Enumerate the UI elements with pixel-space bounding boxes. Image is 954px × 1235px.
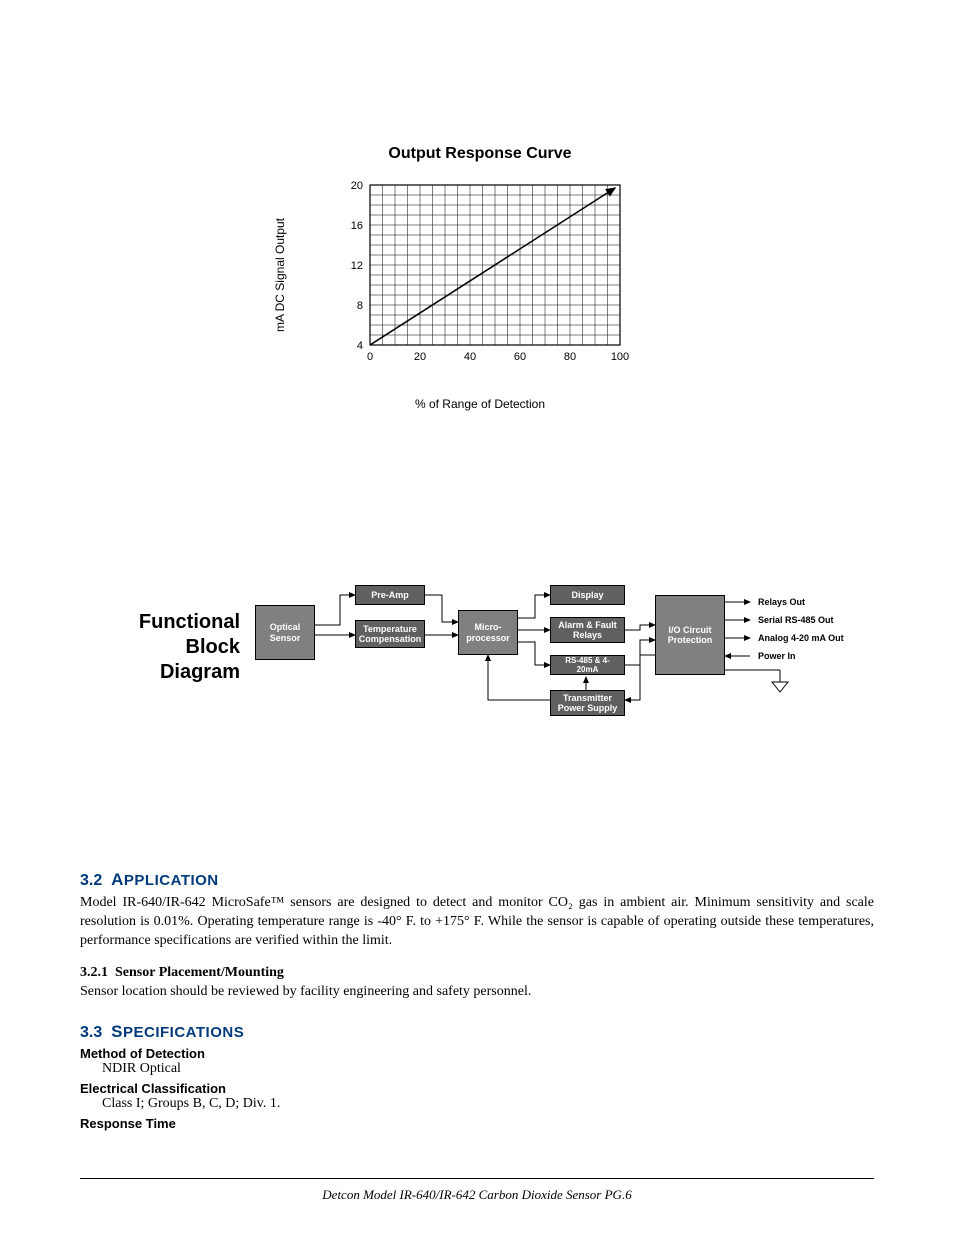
svg-text:20: 20 (351, 180, 363, 192)
svg-text:0: 0 (367, 351, 373, 363)
block-rs485: RS-485 & 4-20mA (550, 655, 625, 675)
spec-elec-label: Electrical Classification (80, 1081, 874, 1096)
spec-method-label: Method of Detection (80, 1046, 874, 1061)
spec-resp-label: Response Time (80, 1116, 874, 1131)
block-tx-power-supply: Transmitter Power Supply (550, 690, 625, 716)
svg-text:100: 100 (611, 351, 629, 363)
diagram-connectors (80, 570, 874, 740)
svg-text:60: 60 (514, 351, 526, 363)
block-pre-amp: Pre-Amp (355, 585, 425, 605)
label-serial-out: Serial RS-485 Out (758, 615, 834, 625)
svg-text:20: 20 (414, 351, 426, 363)
block-alarm-relays: Alarm & Fault Relays (550, 617, 625, 643)
heading-3-2: 3.2 APPLICATION (80, 870, 874, 890)
svg-text:40: 40 (464, 351, 476, 363)
chart-title: Output Response Curve (300, 145, 660, 163)
chart-plot: 4 8 12 16 20 0 20 40 60 80 100 (330, 175, 630, 365)
label-relays-out: Relays Out (758, 597, 805, 607)
page-footer: Detcon Model IR-640/IR-642 Carbon Dioxid… (0, 1187, 954, 1203)
footer-rule (80, 1178, 874, 1179)
spec-elec-value: Class I; Groups B, C, D; Div. 1. (102, 1096, 874, 1112)
heading-3-3: 3.3 SPECIFICATIONS (80, 1022, 874, 1042)
chart-x-axis-label: % of Range of Detection (300, 397, 660, 411)
block-optical-sensor: Optical Sensor (255, 605, 315, 660)
svg-text:80: 80 (564, 351, 576, 363)
para-application: Model IR-640/IR-642 MicroSafe™ sensors a… (80, 894, 874, 951)
heading-3-2-1: 3.2.1 Sensor Placement/Mounting (80, 965, 874, 981)
functional-block-diagram: Functional Block Diagram (80, 570, 874, 740)
chart-y-axis-label: mA DC Signal Output (273, 218, 287, 332)
svg-text:12: 12 (351, 260, 363, 272)
spec-method-value: NDIR Optical (102, 1061, 874, 1077)
block-io-protection: I/O Circuit Protection (655, 595, 725, 675)
svg-text:4: 4 (357, 340, 363, 352)
svg-text:16: 16 (351, 220, 363, 232)
label-power-in: Power In (758, 651, 796, 661)
block-microprocessor: Micro-processor (458, 610, 518, 655)
para-placement: Sensor location should be reviewed by fa… (80, 983, 874, 1002)
output-response-chart: Output Response Curve mA DC Signal Outpu… (300, 145, 660, 411)
label-analog-out: Analog 4-20 mA Out (758, 633, 844, 643)
svg-text:8: 8 (357, 300, 363, 312)
block-temp-comp: Temperature Compensation (355, 620, 425, 648)
block-display: Display (550, 585, 625, 605)
